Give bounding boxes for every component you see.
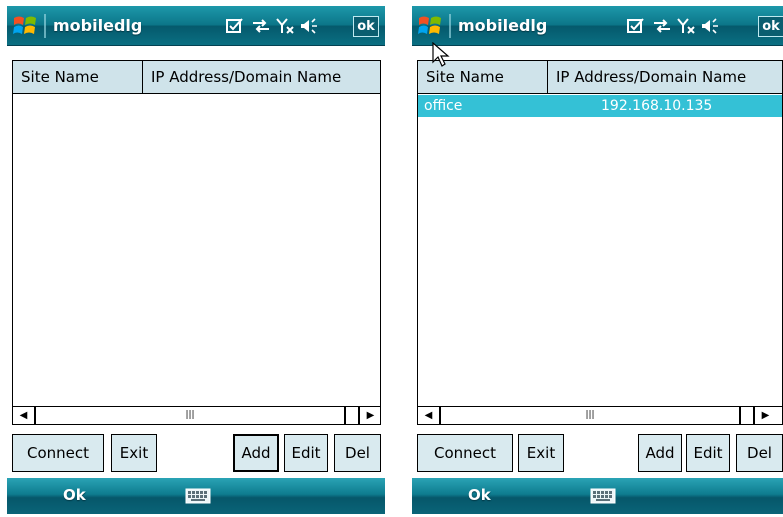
tasks-check-icon[interactable]	[626, 17, 646, 35]
connect-button[interactable]: Connect	[12, 434, 104, 472]
connectivity-arrows-icon[interactable]	[251, 17, 271, 35]
exit-button[interactable]: Exit	[518, 434, 564, 472]
app-title: mobiledlg	[458, 16, 548, 35]
add-button[interactable]: Add	[638, 434, 682, 472]
scroll-right-arrow-icon[interactable]: ▶	[754, 407, 776, 424]
scroll-thumb[interactable]: |||	[35, 407, 345, 424]
column-ip-address[interactable]: IP Address/Domain Name	[548, 61, 782, 94]
horizontal-scrollbar[interactable]: ◀ ||| ▶	[418, 406, 782, 424]
volume-icon[interactable]	[299, 17, 319, 35]
del-button[interactable]: Del	[736, 434, 783, 472]
volume-icon[interactable]	[700, 17, 720, 35]
ok-button[interactable]: ok	[758, 16, 783, 37]
horizontal-scrollbar[interactable]: ◀ ||| ▶	[13, 406, 380, 424]
list-header: Site Name IP Address/Domain Name	[13, 61, 380, 94]
windows-start-icon[interactable]	[416, 12, 444, 40]
device-screen-right: mobiledlg ok Site Name IP Address/Domain…	[412, 6, 783, 514]
column-site-name[interactable]: Site Name	[13, 61, 143, 94]
signal-off-icon[interactable]	[275, 17, 295, 35]
title-separator	[449, 14, 451, 38]
scroll-track[interactable]	[740, 407, 754, 424]
ip-address-cell: 192.168.10.135	[601, 98, 713, 114]
signal-off-icon[interactable]	[676, 17, 696, 35]
edit-button[interactable]: Edit	[686, 434, 730, 472]
column-ip-address[interactable]: IP Address/Domain Name	[143, 61, 380, 94]
title-bar: mobiledlg ok	[7, 6, 385, 46]
keyboard-icon[interactable]	[185, 488, 211, 504]
ok-button[interactable]: ok	[353, 16, 379, 37]
scroll-right-arrow-icon[interactable]: ▶	[359, 407, 380, 424]
soft-key-bar: Ok	[7, 478, 385, 514]
exit-button[interactable]: Exit	[111, 434, 157, 472]
app-title: mobiledlg	[53, 16, 143, 35]
keyboard-icon[interactable]	[590, 488, 616, 504]
tasks-check-icon[interactable]	[225, 17, 245, 35]
mouse-cursor-icon	[432, 42, 450, 67]
edit-button[interactable]: Edit	[284, 434, 328, 472]
connect-button[interactable]: Connect	[417, 434, 513, 472]
scroll-left-arrow-icon[interactable]: ◀	[13, 407, 35, 424]
soft-key-bar: Ok	[412, 478, 783, 514]
list-item[interactable]: office 192.168.10.135	[418, 95, 782, 117]
del-button[interactable]: Del	[334, 434, 381, 472]
softkey-ok[interactable]: Ok	[468, 486, 491, 504]
windows-start-icon[interactable]	[11, 12, 39, 40]
site-list[interactable]: Site Name IP Address/Domain Name office …	[417, 60, 783, 425]
device-screen-left: mobiledlg ok Site Name IP Address/Domain…	[7, 6, 385, 514]
site-name-cell: office	[424, 98, 463, 114]
site-list[interactable]: Site Name IP Address/Domain Name ◀ ||| ▶	[12, 60, 381, 425]
list-header: Site Name IP Address/Domain Name	[418, 61, 782, 94]
title-separator	[44, 14, 46, 38]
softkey-ok[interactable]: Ok	[63, 486, 86, 504]
title-bar: mobiledlg ok	[412, 6, 783, 46]
scroll-track[interactable]	[345, 407, 359, 424]
scroll-left-arrow-icon[interactable]: ◀	[418, 407, 440, 424]
add-button[interactable]: Add	[233, 434, 279, 472]
connectivity-arrows-icon[interactable]	[652, 17, 672, 35]
scroll-thumb[interactable]: |||	[440, 407, 740, 424]
